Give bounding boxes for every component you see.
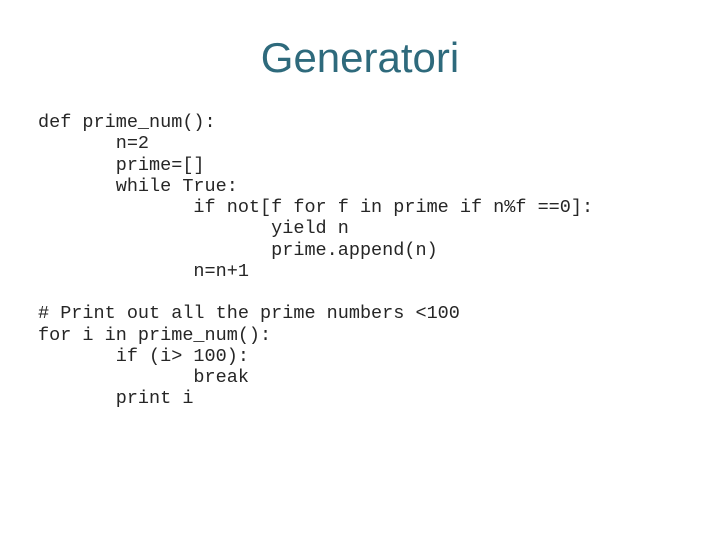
slide: Generatori def prime_num(): n=2 prime=[]…	[0, 0, 720, 540]
code-block: def prime_num(): n=2 prime=[] while True…	[38, 112, 682, 410]
slide-title: Generatori	[38, 34, 682, 82]
